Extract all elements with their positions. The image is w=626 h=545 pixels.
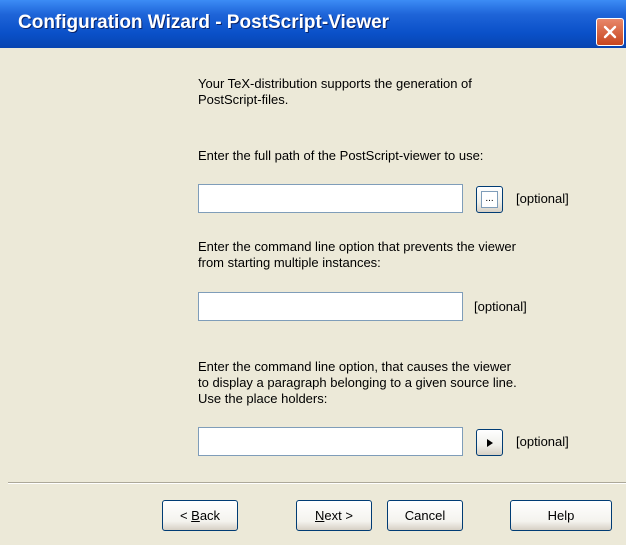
instance-option-label-line2: from starting multiple instances: [198,255,381,270]
viewer-path-optional: [optional] [516,191,569,206]
next-suffix: > [341,508,353,523]
wizard-window: Configuration Wizard - PostScript-Viewer… [0,0,626,545]
next-mnemonic: N [315,508,325,523]
next-rest: ext [324,508,342,523]
source-option-label-line2: to display a paragraph belonging to a gi… [198,375,517,390]
viewer-path-input[interactable] [198,184,463,213]
back-button[interactable]: < Back [162,500,238,531]
cancel-button[interactable]: Cancel [387,500,463,531]
back-prefix: < [179,508,192,523]
source-option-label-line3: Use the place holders: [198,391,328,406]
window-title: Configuration Wizard - PostScript-Viewer [18,12,390,33]
browse-button[interactable]: ... [476,186,503,213]
footer-separator [8,482,626,484]
back-rest: ack [199,508,221,523]
instance-option-input[interactable] [198,292,463,321]
help-button[interactable]: Help [510,500,612,531]
back-mnemonic: B [191,508,200,523]
source-option-optional: [optional] [516,434,569,449]
placeholder-menu-button[interactable] [476,429,503,456]
instance-option-label-line1: Enter the command line option that preve… [198,239,516,254]
intro-text-line1: Your TeX-distribution supports the gener… [198,76,472,91]
source-option-input[interactable] [198,427,463,456]
close-x-icon [603,25,617,39]
source-option-label-line1: Enter the command line option, that caus… [198,359,511,374]
title-bar: Configuration Wizard - PostScript-Viewer [0,0,626,48]
instance-option-optional: [optional] [474,299,527,314]
intro-text-line2: PostScript-files. [198,92,289,107]
ellipsis-icon: ... [481,191,498,208]
close-button[interactable] [596,18,624,46]
viewer-path-label: Enter the full path of the PostScript-vi… [198,148,484,163]
next-button[interactable]: Next > [296,500,372,531]
triangle-right-icon [487,439,493,447]
